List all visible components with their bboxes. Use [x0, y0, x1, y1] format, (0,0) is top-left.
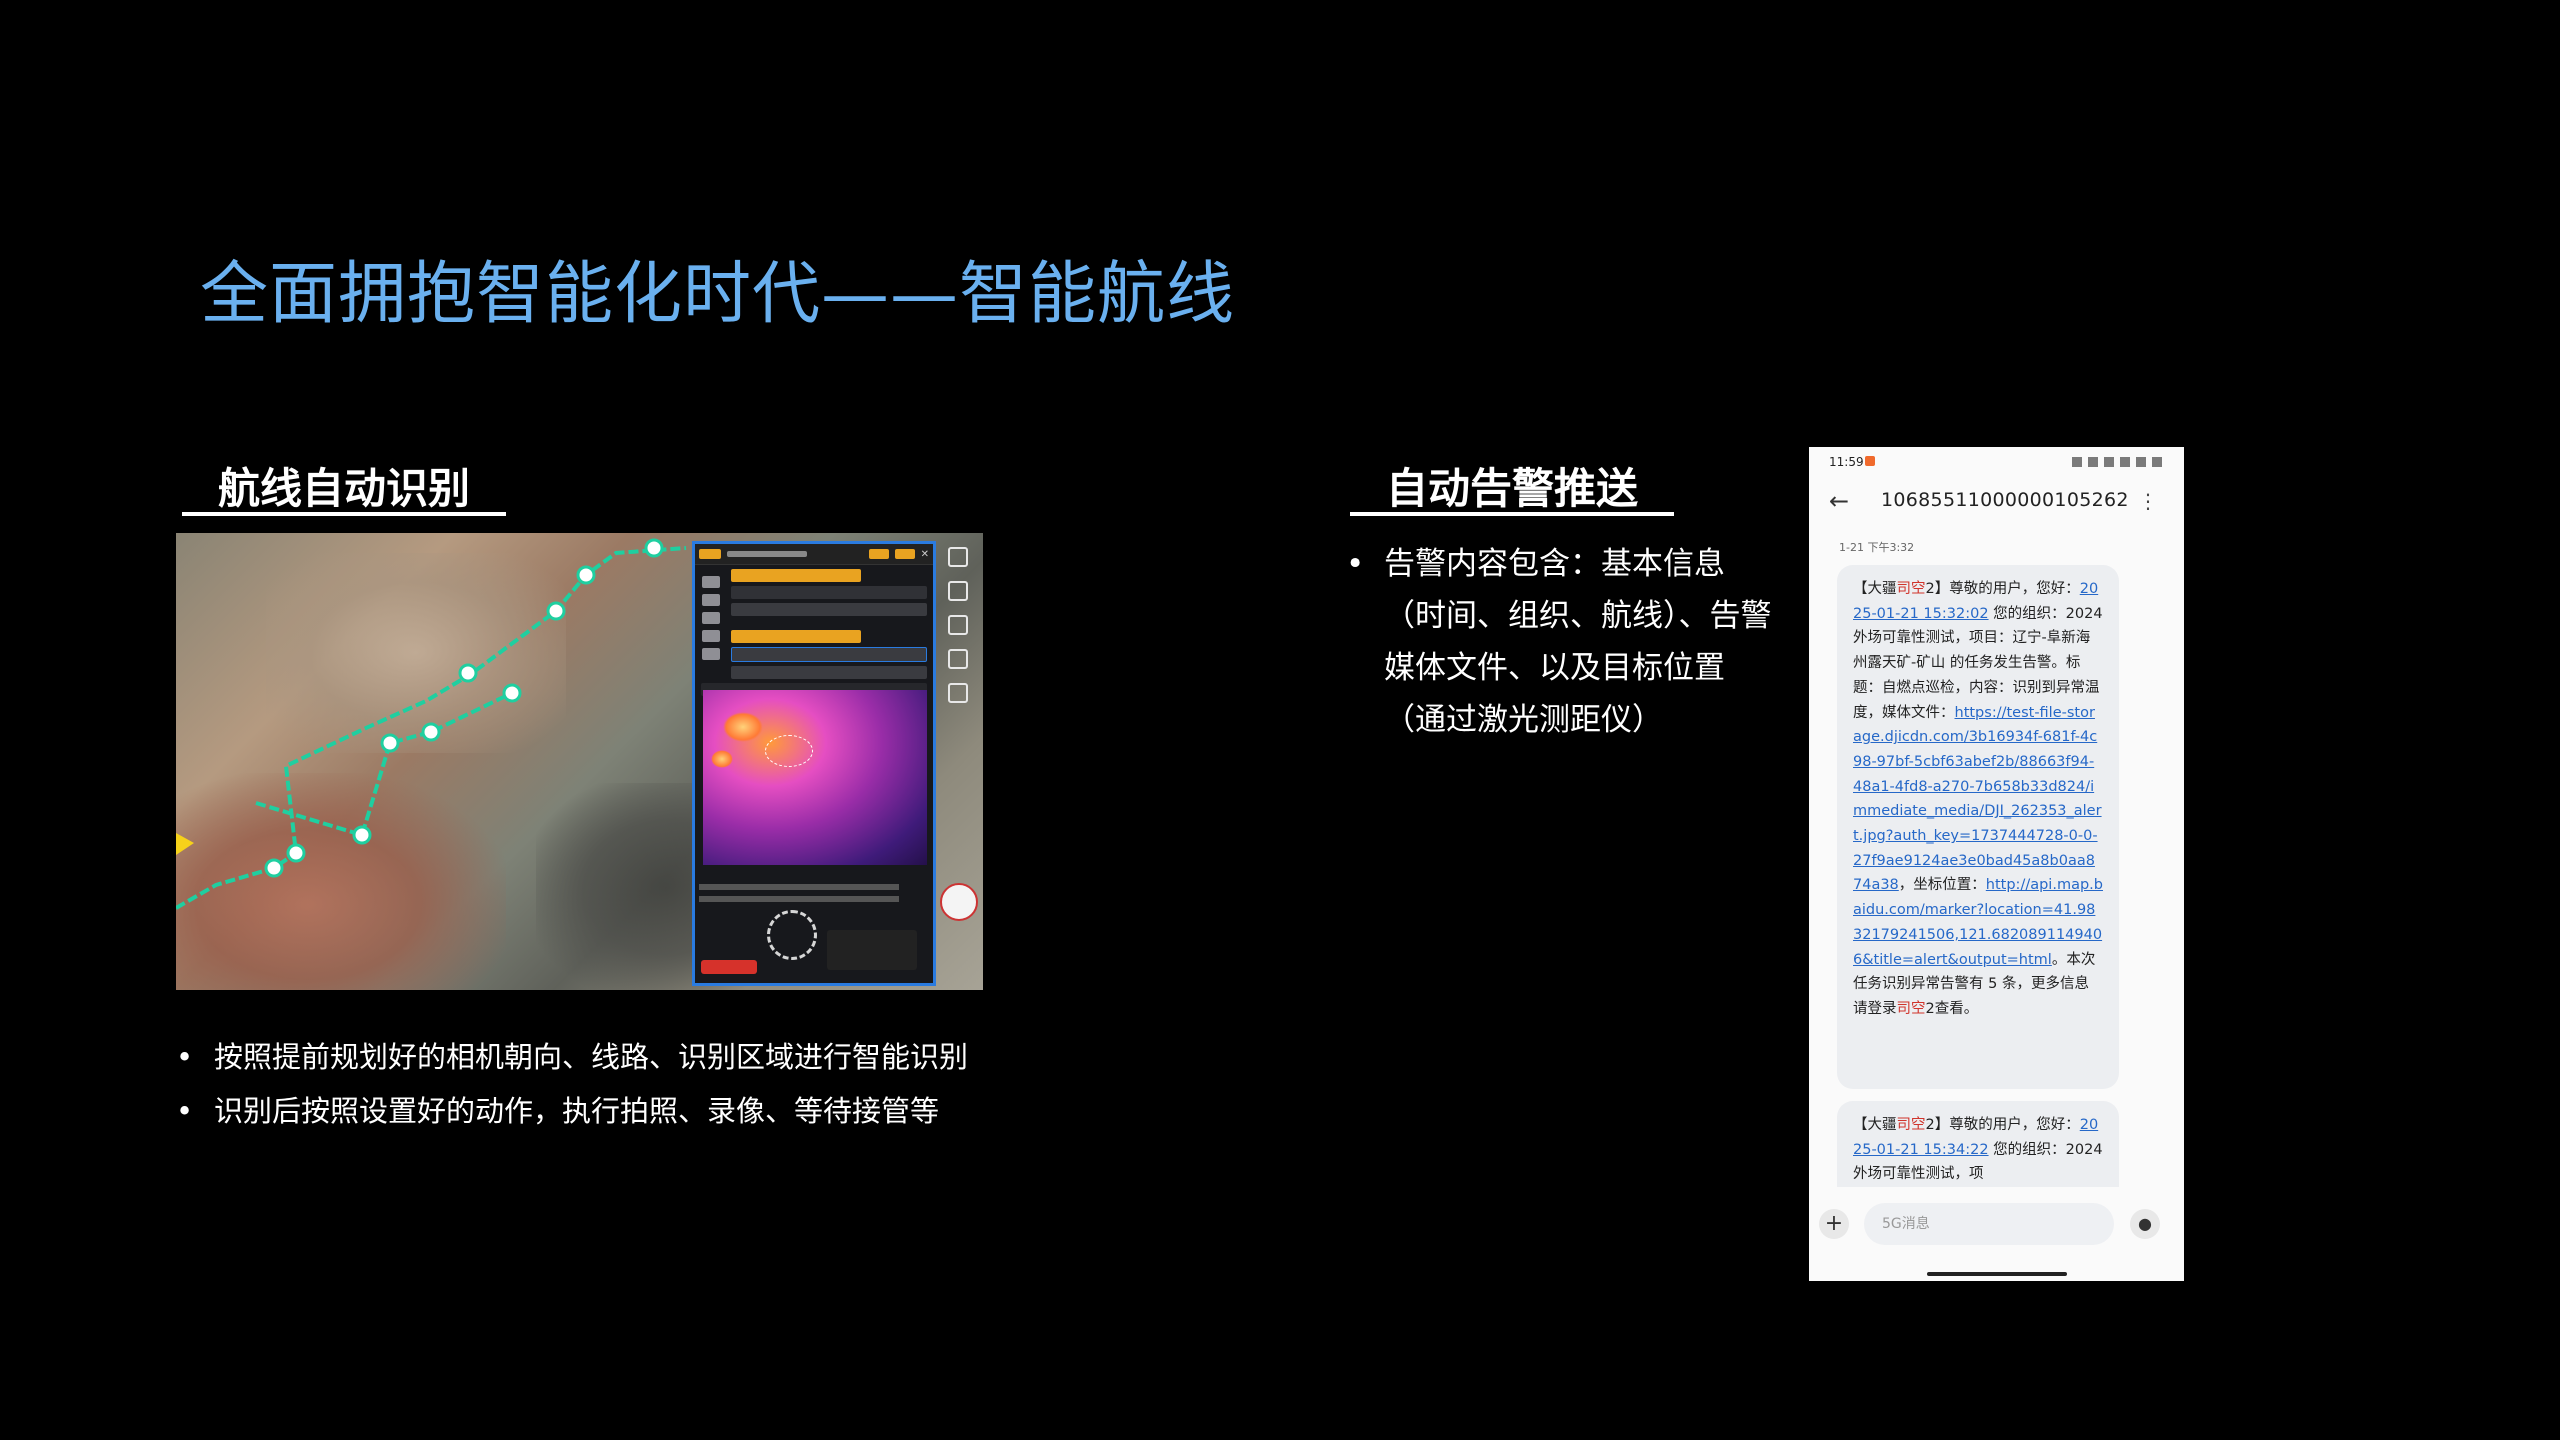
waypoint-marker — [458, 663, 478, 683]
waypoint-marker — [286, 843, 306, 863]
info-row — [731, 603, 927, 616]
sender-number: 10685511000000105262 — [1881, 489, 2129, 511]
sms-screenshot: 11:59 ← 10685511000000105262 ⋮ 1-21 下午3:… — [1809, 447, 2184, 1281]
pin-icon[interactable] — [948, 581, 968, 601]
flight-control-panel: ✕ — [692, 541, 936, 986]
media-link[interactable]: https://test-file-storage.djicdn.com/3b1… — [1853, 705, 2102, 894]
frame-icon[interactable] — [948, 649, 968, 669]
bullet-item: 识别后按照设置好的动作，执行拍照、录像、等待接管等 — [176, 1084, 968, 1138]
thermal-camera-view — [703, 690, 927, 865]
panel-sidebar — [699, 570, 725, 680]
info-row — [731, 586, 927, 599]
message-timestamp: 1-21 下午3:32 — [1839, 541, 1915, 554]
message-input[interactable]: 5G消息 — [1864, 1203, 2114, 1245]
left-bullet-list: 按照提前规划好的相机朝向、线路、识别区域进行智能识别 识别后按照设置好的动作，执… — [176, 1030, 968, 1138]
waypoint-marker — [421, 722, 441, 742]
heading-underline — [182, 512, 506, 516]
brand-text: 司空 — [1896, 1117, 1926, 1133]
status-chip — [894, 549, 915, 559]
waypoint-marker — [502, 683, 522, 703]
right-bullet-list: 告警内容包含：基本信息（时间、组织、航线）、告警媒体文件、以及目标位置（通过激光… — [1346, 538, 1776, 746]
waypoint-marker — [644, 538, 664, 558]
status-chip — [868, 549, 889, 559]
alert-row — [731, 569, 861, 582]
telemetry-row — [699, 896, 899, 902]
notification-icon — [1865, 456, 1875, 466]
info-row — [731, 666, 927, 679]
bullet-item: 按照提前规划好的相机朝向、线路、识别区域进行智能识别 — [176, 1030, 968, 1084]
waypoint-marker — [546, 601, 566, 621]
alert-push-heading: 自动告警推送 — [1386, 464, 1639, 513]
brand-text: 司空 — [1896, 1000, 1926, 1017]
alert-row — [731, 630, 861, 643]
status-chip — [699, 549, 721, 559]
hot-spot — [723, 712, 763, 742]
telemetry-area — [699, 880, 929, 980]
signal-battery-icons — [2072, 457, 2162, 467]
close-icon[interactable]: ✕ — [921, 549, 929, 560]
panel-topbar: ✕ — [695, 544, 933, 565]
mic-icon[interactable]: ● — [2130, 1209, 2160, 1239]
message-bubble: 【大疆司空2】尊敬的用户，您好：2025-01-21 15:32:02 您的组织… — [1837, 565, 2119, 1089]
drone-position-icon — [176, 833, 194, 855]
home-indicator — [1927, 1272, 2067, 1276]
locate-icon[interactable] — [948, 683, 968, 703]
flight-route — [176, 538, 687, 910]
waypoint-marker — [576, 565, 596, 585]
heading-dial — [767, 910, 817, 960]
ruler-icon[interactable] — [948, 615, 968, 635]
more-options-icon[interactable]: ⋮ — [2138, 489, 2158, 513]
mission-info — [827, 930, 917, 970]
bullet-item: 告警内容包含：基本信息（时间、组织、航线）、告警媒体文件、以及目标位置（通过激光… — [1346, 538, 1776, 746]
waypoint-marker — [380, 733, 400, 753]
hot-spot — [711, 750, 733, 768]
brand-text: 司空 — [1896, 581, 1926, 597]
heading-underline — [1350, 512, 1674, 516]
aircraft-select[interactable] — [731, 647, 927, 662]
add-attachment-button[interactable]: + — [1819, 1209, 1849, 1239]
layer-icon[interactable] — [948, 547, 968, 567]
status-time: 11:59 — [1829, 455, 1864, 469]
route-recognition-heading: 航线自动识别 — [218, 464, 471, 513]
telemetry-row — [699, 884, 899, 890]
stop-button[interactable] — [701, 960, 757, 974]
target-marker — [765, 735, 813, 767]
back-arrow-icon[interactable]: ← — [1829, 487, 1849, 515]
compass-icon[interactable] — [940, 883, 978, 921]
waypoint-marker — [264, 858, 284, 878]
drone-mission-screenshot: ✕ — [176, 533, 983, 990]
slide-title: 全面拥抱智能化时代——智能航线 — [200, 255, 1236, 334]
status-bar: 11:59 — [1809, 447, 2184, 475]
waypoint-marker — [352, 825, 372, 845]
